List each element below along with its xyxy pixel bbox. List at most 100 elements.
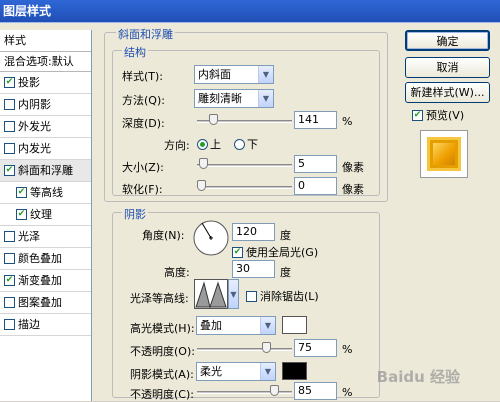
highlight-opacity-label: 不透明度(O):: [130, 345, 195, 358]
method-select[interactable]: 雕刻清晰 ▼: [194, 89, 274, 108]
style-item[interactable]: 描边: [0, 314, 91, 336]
blend-options-item[interactable]: 混合选项:默认: [0, 52, 91, 72]
preview-label: 预览(V): [426, 109, 465, 122]
chevron-down-icon: ▼: [260, 363, 275, 380]
size-input[interactable]: 5: [294, 155, 337, 173]
direction-down-option[interactable]: 下: [234, 136, 258, 152]
style-item-checkbox[interactable]: [4, 142, 15, 154]
highlight-opacity-slider[interactable]: [197, 348, 292, 351]
style-item[interactable]: 图案叠加: [0, 292, 91, 314]
shadow-color-swatch[interactable]: [282, 362, 307, 380]
style-item[interactable]: ✔ 斜面和浮雕: [0, 160, 91, 182]
altitude-unit: 度: [280, 266, 291, 279]
cancel-button[interactable]: 取消: [405, 57, 490, 78]
depth-input[interactable]: 141: [294, 111, 337, 129]
bevel-section-title: 斜面和浮雕: [116, 26, 175, 42]
style-item-checkbox[interactable]: ✔: [16, 186, 27, 198]
direction-up-option[interactable]: 上: [197, 136, 221, 152]
style-item-label: 光泽: [18, 230, 40, 243]
size-slider[interactable]: [197, 164, 292, 167]
direction-down-label: 下: [247, 138, 258, 151]
style-item-label: 等高线: [30, 186, 63, 199]
style-item-label: 内发光: [18, 142, 51, 155]
preview-option[interactable]: ✔ 预览(V): [412, 107, 464, 123]
antialias-checkbox[interactable]: [246, 290, 257, 302]
angle-unit: 度: [280, 229, 291, 242]
style-item-label: 外发光: [18, 120, 51, 133]
style-item[interactable]: 内阴影: [0, 94, 91, 116]
soften-slider[interactable]: [197, 186, 292, 189]
style-item-checkbox[interactable]: [4, 252, 15, 264]
shadow-mode-value: 柔光: [200, 365, 222, 378]
style-item[interactable]: ✔ 等高线: [0, 182, 91, 204]
depth-slider-thumb[interactable]: [209, 114, 219, 125]
shadow-opacity-input[interactable]: 85: [294, 382, 337, 400]
shadow-opacity-thumb[interactable]: [270, 385, 280, 396]
style-item-checkbox[interactable]: ✔: [4, 164, 15, 176]
style-item[interactable]: 光泽: [0, 226, 91, 248]
styles-header[interactable]: 样式: [0, 30, 91, 52]
new-style-button[interactable]: 新建样式(W)...: [405, 82, 490, 103]
style-item-checkbox[interactable]: [4, 230, 15, 242]
style-item-checkbox[interactable]: [4, 296, 15, 308]
shadow-opacity-label: 不透明度(C):: [130, 388, 194, 401]
style-select[interactable]: 内斜面 ▼: [194, 65, 274, 84]
size-label: 大小(Z):: [122, 161, 164, 174]
method-label: 方法(Q):: [122, 94, 165, 107]
style-item-checkbox[interactable]: [4, 120, 15, 132]
highlight-opacity-unit: %: [342, 343, 353, 356]
style-item-label: 描边: [18, 318, 40, 331]
altitude-input[interactable]: 30: [232, 260, 275, 278]
style-item-label: 图案叠加: [18, 296, 62, 309]
chevron-down-icon[interactable]: ▼: [228, 279, 239, 309]
angle-dial[interactable]: [192, 219, 230, 257]
preview-checkbox[interactable]: ✔: [412, 109, 423, 121]
style-item[interactable]: ✔ 投影: [0, 72, 91, 94]
style-item-checkbox[interactable]: [4, 318, 15, 330]
angle-label: 角度(N):: [142, 229, 185, 242]
style-item-label: 内阴影: [18, 98, 51, 111]
chevron-down-icon: ▼: [258, 66, 273, 83]
direction-up-label: 上: [210, 138, 221, 151]
style-item[interactable]: ✔ 渐变叠加: [0, 270, 91, 292]
style-item[interactable]: 内发光: [0, 138, 91, 160]
ok-button[interactable]: 确定: [405, 30, 490, 51]
chevron-down-icon: ▼: [260, 317, 275, 334]
highlight-color-swatch[interactable]: [282, 316, 307, 334]
style-item-checkbox[interactable]: [4, 98, 15, 110]
style-select-value: 内斜面: [198, 68, 231, 81]
highlight-mode-select[interactable]: 叠加 ▼: [196, 316, 276, 335]
style-item-checkbox[interactable]: ✔: [4, 76, 15, 88]
watermark: Baidu 经验: [376, 368, 460, 386]
soften-unit: 像素: [342, 183, 364, 196]
style-item-checkbox[interactable]: ✔: [16, 208, 27, 220]
highlight-opacity-input[interactable]: 75: [294, 339, 337, 357]
structure-title: 结构: [122, 44, 148, 60]
chevron-down-icon: ▼: [258, 90, 273, 107]
style-item-label: 渐变叠加: [18, 274, 62, 287]
style-item[interactable]: 颜色叠加: [0, 248, 91, 270]
global-light-option[interactable]: ✔ 使用全局光(G): [232, 244, 318, 260]
preview-swatch: [427, 137, 461, 171]
style-list: 样式 混合选项:默认 ✔ 投影 内阴影 外发光 内发光 ✔ 斜面和浮雕 ✔ 等高线 ✔ 纹理 光泽 颜色…: [0, 30, 92, 401]
size-slider-thumb[interactable]: [198, 158, 208, 169]
style-item-label: 纹理: [30, 208, 52, 221]
settings-panel: 斜面和浮雕 结构 样式(T): 内斜面 ▼ 方法(Q): 雕刻清晰 ▼ 深度(D):…: [102, 24, 392, 401]
style-item-checkbox[interactable]: ✔: [4, 274, 15, 286]
highlight-opacity-thumb[interactable]: [261, 342, 271, 353]
soften-input[interactable]: 0: [294, 177, 337, 195]
shadow-mode-select[interactable]: 柔光 ▼: [196, 362, 276, 381]
radio-up[interactable]: [197, 138, 208, 150]
style-item[interactable]: ✔ 纹理: [0, 204, 91, 226]
highlight-mode-value: 叠加: [200, 319, 222, 332]
radio-down[interactable]: [234, 138, 245, 150]
shading-title: 阴影: [122, 206, 148, 222]
style-item-label: 斜面和浮雕: [18, 164, 73, 177]
gloss-contour-preview[interactable]: [194, 279, 228, 309]
depth-unit: %: [342, 115, 353, 128]
soften-slider-thumb[interactable]: [197, 180, 206, 191]
style-item[interactable]: 外发光: [0, 116, 91, 138]
global-light-checkbox[interactable]: ✔: [232, 246, 243, 258]
angle-input[interactable]: 120: [232, 223, 275, 241]
antialias-option[interactable]: 消除锯齿(L): [246, 288, 319, 304]
